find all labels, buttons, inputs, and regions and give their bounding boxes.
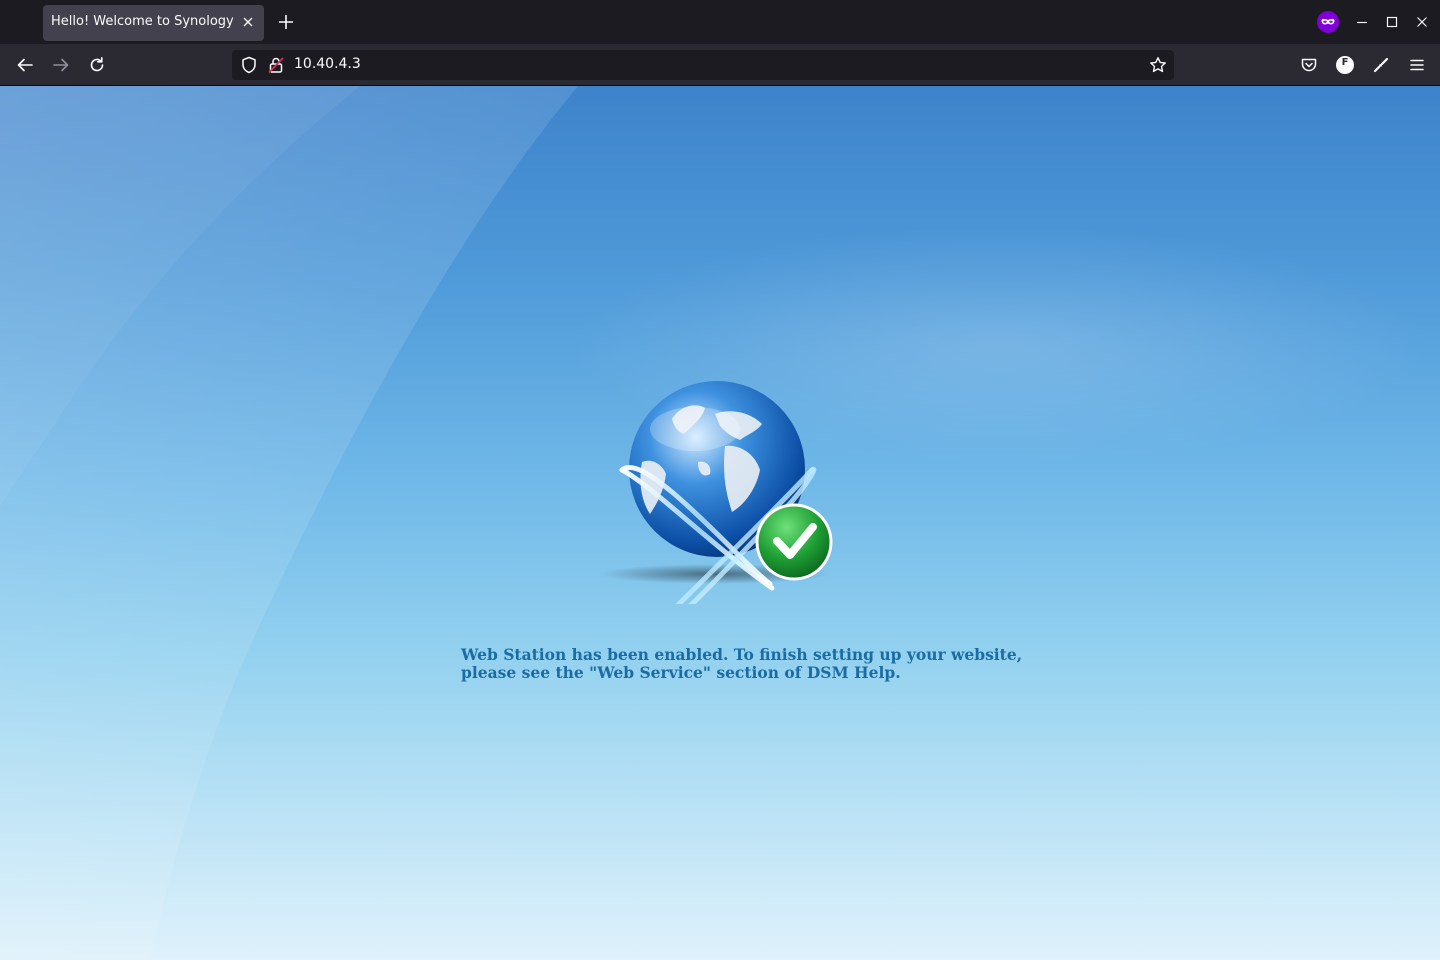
maximize-icon[interactable] — [1382, 12, 1402, 32]
reload-icon[interactable] — [86, 54, 108, 76]
tab-strip: Hello! Welcome to Synology — [0, 0, 1440, 44]
page-viewport: Web Station has been enabled. To finish … — [0, 86, 1440, 960]
minimize-icon[interactable] — [1352, 12, 1372, 32]
status-message-line-2: please see the "Web Service" section of … — [461, 663, 901, 682]
tab-title: Hello! Welcome to Synology — [51, 14, 234, 29]
tab-synology-welcome[interactable]: Hello! Welcome to Synology — [43, 5, 264, 41]
globe-icon — [600, 381, 833, 663]
tab-close-icon[interactable] — [240, 14, 256, 30]
back-arrow-icon[interactable] — [14, 54, 36, 76]
bookmark-star-icon[interactable] — [1148, 55, 1168, 75]
account-initial: F — [1341, 57, 1349, 68]
pocket-icon[interactable] — [1298, 54, 1320, 76]
navigation-toolbar: 10.40.4.3 F — [0, 44, 1440, 86]
status-message: Web Station has been enabled. To finish … — [461, 646, 1081, 682]
status-message-line-1: Web Station has been enabled. To finish … — [461, 645, 1023, 664]
new-tab-plus-icon[interactable] — [275, 11, 297, 33]
private-mask-icon — [1317, 11, 1339, 33]
shield-icon[interactable] — [239, 55, 259, 75]
hamburger-menu-icon[interactable] — [1406, 54, 1428, 76]
forward-arrow-icon[interactable] — [50, 54, 72, 76]
url-bar[interactable]: 10.40.4.3 — [232, 50, 1174, 80]
url-text[interactable]: 10.40.4.3 — [294, 56, 361, 72]
window-close-icon[interactable] — [1412, 12, 1432, 32]
extensions-icon[interactable] — [1370, 54, 1392, 76]
lock-warning-icon[interactable] — [266, 55, 286, 75]
web-station-enabled-illustration — [580, 374, 850, 663]
firefox-account-icon[interactable]: F — [1334, 54, 1356, 76]
